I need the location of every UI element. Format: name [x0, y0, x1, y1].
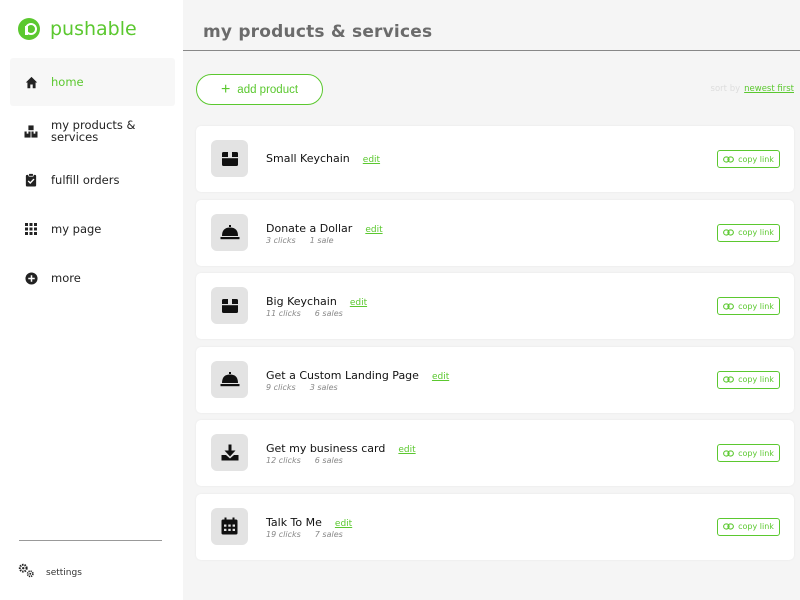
product-name: Donate a Dollar — [266, 221, 353, 235]
sidebar-item-fulfill-orders[interactable]: fulfill orders — [10, 156, 175, 204]
product-sales: 6 sales — [314, 456, 343, 465]
edit-product-link[interactable]: edit — [432, 372, 449, 382]
product-sales: 1 sale — [309, 235, 334, 245]
sort-dropdown-link[interactable]: newest first — [744, 84, 794, 94]
product-stats: 12 clicks 6 sales — [266, 456, 343, 465]
sidebar-item-label: home — [51, 75, 84, 89]
product-clicks: 11 clicks — [266, 309, 301, 318]
copy-link-button[interactable]: copy link — [717, 297, 780, 315]
product-title-row: Get a Custom Landing Page edit — [266, 369, 449, 382]
main-content: my products & services + add product sor… — [183, 0, 800, 600]
product-clicks: 19 clicks — [266, 529, 301, 539]
plus-icon: + — [220, 80, 231, 98]
link-icon — [723, 376, 735, 383]
copy-link-label: copy link — [738, 448, 774, 458]
page-header: my products & services — [183, 4, 800, 51]
pushable-logo-icon — [18, 18, 40, 40]
sidebar-item-label: fulfill orders — [51, 173, 120, 187]
link-icon — [723, 229, 735, 236]
sidebar-item-my-page[interactable]: my page — [10, 205, 175, 253]
bell-icon — [211, 213, 248, 251]
edit-product-link[interactable]: edit — [365, 225, 382, 235]
link-icon — [723, 302, 735, 310]
product-name: Get a Custom Landing Page — [266, 368, 419, 382]
product-card: Get a Custom Landing Page edit 9 clicks … — [196, 346, 794, 413]
calendar-icon — [211, 507, 248, 545]
bell-icon — [211, 360, 248, 398]
sidebar-item-label: more — [51, 271, 81, 285]
product-title-row: Get my business card edit — [266, 442, 416, 455]
copy-link-label: copy link — [738, 375, 774, 384]
sidebar: pushable home my products & services ful… — [0, 0, 183, 600]
product-clicks: 9 clicks — [266, 382, 296, 392]
link-icon — [723, 155, 735, 163]
add-product-label: add product — [237, 83, 299, 96]
copy-link-button[interactable]: copy link — [717, 444, 780, 462]
product-stats: 11 clicks 6 sales — [266, 309, 343, 318]
edit-product-link[interactable]: edit — [398, 445, 415, 455]
copy-link-button[interactable]: copy link — [717, 370, 780, 389]
sidebar-item-label: my page — [51, 222, 102, 236]
grid-icon — [24, 222, 38, 236]
product-card: Big Keychain edit 11 clicks 6 sales copy… — [196, 273, 794, 339]
sort-control: sort by newest first — [711, 84, 794, 94]
product-name: Get my business card — [266, 442, 386, 455]
product-name: Talk To Me — [266, 515, 322, 529]
sidebar-item-more[interactable]: more — [10, 254, 175, 302]
sidebar-divider — [19, 540, 162, 541]
clipboard-check-icon — [24, 173, 38, 187]
boxes-icon — [24, 124, 38, 138]
app-root: pushable home my products & services ful… — [0, 0, 800, 600]
box-icon — [211, 140, 248, 177]
product-sales: 6 sales — [314, 309, 343, 318]
product-title-row: Donate a Dollar edit — [266, 222, 383, 235]
copy-link-label: copy link — [738, 154, 774, 164]
product-title-row: Talk To Me edit — [266, 516, 352, 529]
sidebar-item-label: my products & services — [51, 118, 136, 144]
product-stats: 9 clicks 3 sales — [266, 383, 338, 392]
gears-icon — [18, 563, 35, 582]
edit-product-link[interactable]: edit — [363, 155, 380, 165]
copy-link-label: copy link — [738, 522, 774, 531]
home-icon — [24, 75, 38, 89]
product-title-row: Small Keychain edit — [266, 152, 380, 165]
plus-circle-icon — [24, 271, 38, 285]
product-name: Big Keychain — [266, 295, 337, 308]
copy-link-button[interactable]: copy link — [717, 517, 780, 536]
copy-link-button[interactable]: copy link — [717, 150, 780, 168]
product-name: Small Keychain — [266, 152, 350, 165]
download-icon — [211, 434, 248, 471]
product-card: Get my business card edit 12 clicks 6 sa… — [196, 420, 794, 486]
product-stats: 3 clicks 1 sale — [266, 236, 334, 245]
product-clicks: 3 clicks — [266, 235, 296, 245]
sort-label: sort by — [710, 84, 741, 94]
product-card: Donate a Dollar edit 3 clicks 1 sale cop… — [196, 199, 794, 266]
sidebar-item-home[interactable]: home — [10, 58, 175, 106]
product-clicks: 12 clicks — [266, 456, 301, 465]
copy-link-label: copy link — [738, 228, 774, 237]
add-product-button[interactable]: + add product — [196, 74, 323, 105]
product-card: Talk To Me edit 19 clicks 7 sales copy l… — [196, 493, 794, 560]
edit-product-link[interactable]: edit — [335, 519, 352, 529]
settings-button[interactable]: settings — [18, 563, 82, 582]
product-stats: 19 clicks 7 sales — [266, 530, 343, 539]
product-card: Small Keychain edit copy link — [196, 126, 794, 192]
product-title-row: Big Keychain edit — [266, 295, 367, 308]
page-title: my products & services — [203, 22, 433, 42]
settings-label: settings — [46, 567, 82, 578]
box-icon — [211, 287, 248, 324]
edit-product-link[interactable]: edit — [350, 298, 367, 308]
copy-link-label: copy link — [738, 301, 774, 311]
sidebar-item-products[interactable]: my products & services — [10, 107, 175, 155]
copy-link-button[interactable]: copy link — [717, 223, 780, 242]
product-sales: 3 sales — [309, 382, 338, 392]
logo[interactable]: pushable — [18, 18, 137, 40]
app-name: pushable — [50, 18, 137, 40]
link-icon — [723, 523, 735, 530]
link-icon — [723, 449, 735, 457]
product-list: Small Keychain edit copy link Donate a D… — [196, 126, 794, 567]
product-sales: 7 sales — [314, 529, 343, 539]
